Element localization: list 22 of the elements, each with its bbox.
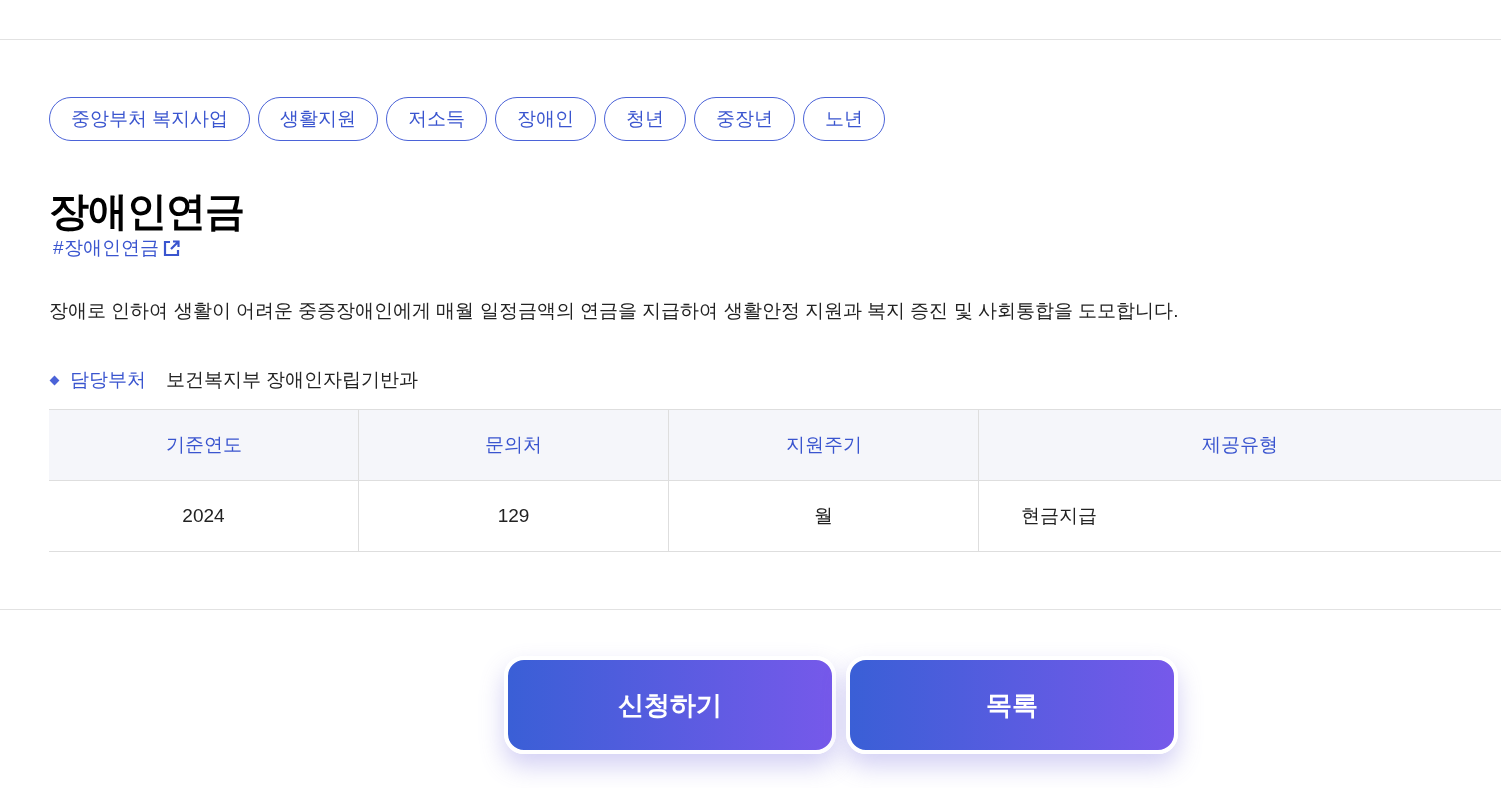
column-header: 문의처: [358, 409, 669, 481]
column-header: 지원주기: [668, 409, 979, 481]
category-tag[interactable]: 중장년: [694, 97, 796, 141]
category-tag[interactable]: 장애인: [495, 97, 597, 141]
department-label: 담당부처: [70, 368, 146, 392]
table-cell: 월: [668, 480, 979, 552]
category-tag[interactable]: 중앙부처 복지사업: [49, 97, 251, 141]
hashtag-link[interactable]: #장애인연금: [53, 235, 159, 261]
table-cell: 현금지급: [978, 480, 1501, 552]
page-title: 장애인연금: [49, 188, 245, 235]
category-tag[interactable]: 생활지원: [258, 97, 379, 141]
category-tag[interactable]: 노년: [803, 97, 886, 141]
description: 장애로 인하여 생활이 어려운 중증장애인에게 매월 일정금액의 연금을 지급하여 생활안정 지원과 복지 증진 및 사회통합을 도모합니다.: [49, 299, 1180, 323]
category-tag[interactable]: 저소득: [386, 97, 488, 141]
department-value: 보건복지부 장애인자립기반과: [166, 368, 419, 392]
column-header: 기준연도: [49, 409, 359, 481]
table-cell: 2024: [49, 480, 359, 552]
external-link-icon[interactable]: [162, 239, 180, 257]
bullet-icon: [49, 375, 60, 385]
category-tag[interactable]: 청년: [604, 97, 687, 141]
table-cell: 129: [358, 480, 669, 552]
column-header: 제공유형: [978, 409, 1501, 481]
